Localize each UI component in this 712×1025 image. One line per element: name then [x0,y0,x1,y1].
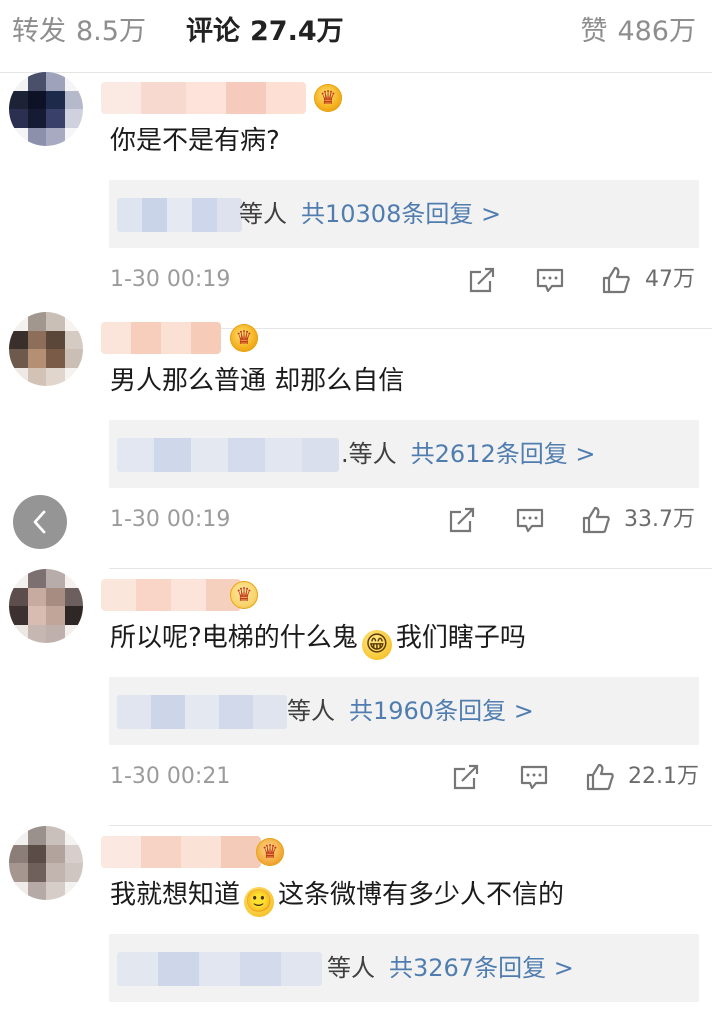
share-icon[interactable] [450,761,482,793]
tab-forward-label: 转发 [12,16,66,47]
reply-users-blurred [117,695,287,729]
thumbs-up-icon[interactable] [600,264,632,296]
avatar[interactable] [9,826,83,900]
comment-item: 所以呢?电梯的什么鬼😁我们瞎子吗 等人共1960条回复 > 1-30 00:21… [0,569,712,826]
reply-users-blurred [117,952,322,986]
reply-total-link[interactable]: 共10308条回复 > [301,200,501,228]
avatar[interactable] [9,72,83,146]
reply-summary[interactable]: 等人 共1960条回复 > [287,677,534,745]
tab-like-label: 赞 [580,16,608,47]
reply-preview[interactable]: 等人 共1960条回复 > [109,677,699,745]
crown-badge-icon [230,581,258,609]
username-blurred[interactable] [101,322,221,354]
share-icon[interactable] [466,264,498,296]
comment-item: 你是不是有病? 等人共10308条回复 > 1-30 00:19 47万 [0,72,712,329]
comment-time: 1-30 00:21 [110,764,231,789]
reply-total-link[interactable]: 共3267条回复 > [389,954,574,982]
comment-icon[interactable] [514,504,546,536]
tab-forward-count: 8.5万 [76,16,146,47]
reply-summary[interactable]: 等人 共3267条回复 > [327,934,574,1002]
tab-like[interactable]: 赞 486万 [580,12,696,52]
reply-who: 等人 [327,954,375,982]
username-blurred[interactable] [101,82,306,114]
smile-emoji-icon: 🙂 [244,887,275,917]
back-button[interactable] [13,495,67,549]
comment-icon[interactable] [534,264,566,296]
reply-preview[interactable]: 等人 共3267条回复 > [109,934,699,1002]
comment-text: 男人那么普通 却那么自信 [110,366,405,396]
tab-forward[interactable]: 转发 8.5万 [12,12,146,52]
reply-preview[interactable]: 等人 共10308条回复 > [109,180,699,248]
comment-text: 我就想知道 🙂 这条微博有多少人不信的 [110,874,564,917]
avatar[interactable] [9,312,83,386]
thumbs-up-icon[interactable] [584,761,616,793]
comment-meta: 1-30 00:19 33.7万 [110,500,700,540]
share-icon[interactable] [446,504,478,536]
like-count: 22.1万 [628,764,699,789]
reply-who: 等人 [239,200,287,228]
comment-item: 男人那么普通 却那么自信 .等人共2612条回复 > 1-30 00:19 33… [0,312,712,569]
comment-text-part: 我们瞎子吗 [395,623,526,653]
comment-text: 你是不是有病? [110,126,280,156]
tab-comment[interactable]: 评论 27.4万 [186,12,344,52]
reply-who: 等人 [287,697,335,725]
tab-like-count: 486万 [617,16,696,47]
crown-badge-icon [230,324,258,352]
comment-meta: 1-30 00:19 47万 [110,260,700,300]
chevron-left-icon [33,510,46,534]
reply-total-link[interactable]: 共2612条回复 > [411,440,596,468]
reply-summary[interactable]: 等人 共10308条回复 > [239,180,501,248]
comment-tabs: 转发 8.5万 评论 27.4万 赞 486万 [0,0,712,68]
comment-icon[interactable] [518,761,550,793]
comment-text-part: 这条微博有多少人不信的 [278,880,565,910]
reply-summary[interactable]: .等人 共2612条回复 > [341,420,595,488]
thumbs-up-icon[interactable] [580,504,612,536]
comment-meta: 1-30 00:21 22.1万 [110,757,700,797]
like-count: 47万 [645,267,695,292]
level-badge-icon [256,838,284,866]
username-blurred[interactable] [101,836,261,868]
reply-users-blurred [117,438,339,472]
reply-preview[interactable]: .等人 共2612条回复 > [109,420,699,488]
grinning-emoji-icon: 😁 [361,630,392,660]
tab-comment-count: 27.4万 [250,16,344,47]
reply-total-link[interactable]: 共1960条回复 > [349,697,534,725]
like-count: 33.7万 [624,507,695,532]
comment-time: 1-30 00:19 [110,267,231,292]
tab-comment-label: 评论 [186,16,240,47]
avatar[interactable] [9,569,83,643]
comment-text-part: 所以呢?电梯的什么鬼 [110,623,358,653]
reply-who: .等人 [341,440,397,468]
reply-users-blurred [117,198,242,232]
comment-text: 所以呢?电梯的什么鬼 😁 我们瞎子吗 [110,617,526,660]
crown-badge-icon [314,84,342,112]
comment-text-part: 我就想知道 [110,880,241,910]
username-blurred[interactable] [101,579,241,611]
comment-item: 我就想知道🙂这条微博有多少人不信的 等人共3267条回复 > [0,826,712,1025]
comment-time: 1-30 00:19 [110,507,231,532]
